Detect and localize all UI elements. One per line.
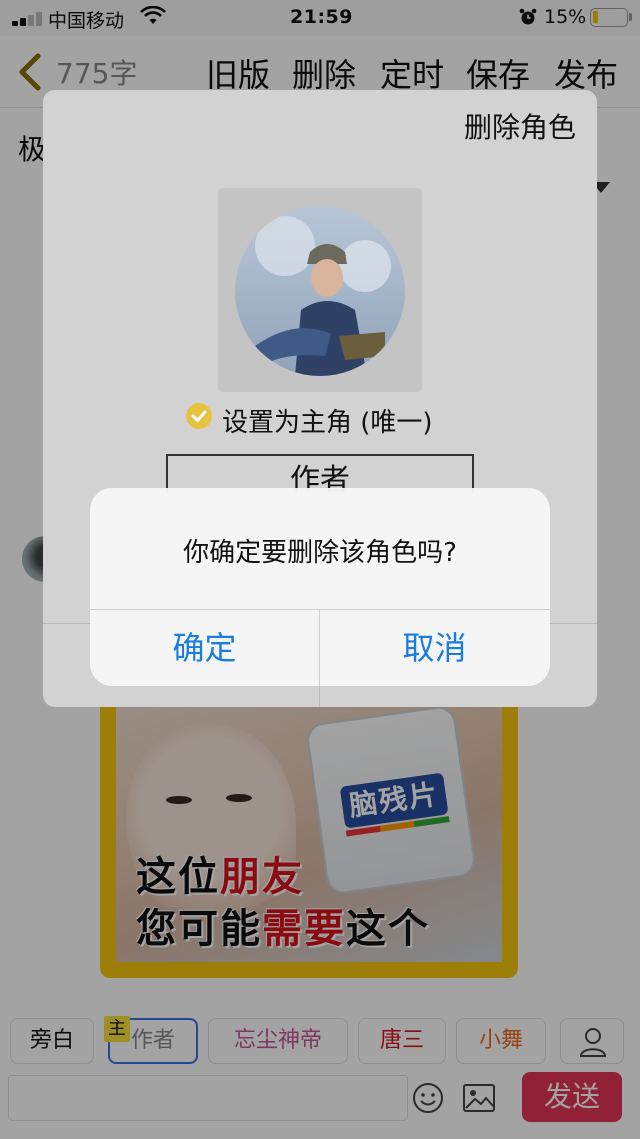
cancel-button[interactable]: 取消: [320, 610, 549, 686]
confirm-delete-alert: 你确定要删除该角色吗? 确定 取消: [90, 488, 550, 686]
delete-role-button[interactable]: 删除角色: [464, 106, 576, 146]
avatar-portrait: [255, 216, 391, 376]
main-role-checkbox[interactable]: [186, 403, 212, 429]
role-avatar[interactable]: [235, 206, 405, 376]
alert-message: 你确定要删除该角色吗?: [183, 538, 457, 568]
check-icon: [191, 410, 207, 422]
set-main-role-label: 设置为主角 (唯一): [222, 408, 433, 438]
confirm-button[interactable]: 确定: [90, 610, 319, 686]
